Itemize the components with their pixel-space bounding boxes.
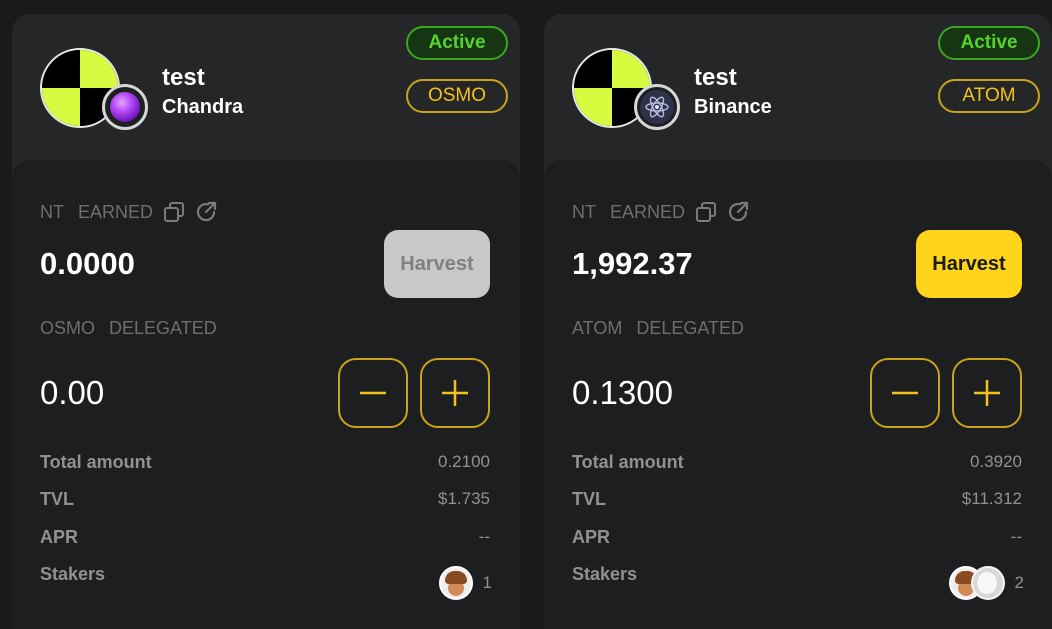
validator-name: Chandra <box>162 96 244 118</box>
copy-icon[interactable] <box>695 201 717 223</box>
pool-card: test Binance Active ATOM NT EARNED 1,992… <box>544 14 1052 629</box>
delegate-button[interactable] <box>420 358 490 428</box>
apr-label: APR <box>572 527 611 547</box>
earned-label-row: NT EARNED <box>572 200 751 224</box>
apr-label: APR <box>40 527 79 547</box>
stakers-count: 1 <box>482 573 492 592</box>
delegated-label-row: OSMO DELEGATED <box>40 318 217 339</box>
delegated-label-row: ATOM DELEGATED <box>572 318 744 339</box>
tvl-value: $1.735 <box>438 489 490 508</box>
stakers-list[interactable]: 1 <box>438 566 492 600</box>
undelegate-button[interactable] <box>338 358 408 428</box>
harvest-button[interactable]: Harvest <box>916 230 1022 298</box>
total-amount-label: Total amount <box>40 452 152 472</box>
pool-card-body: NT EARNED 1,992.37 Harvest ATOM DELEGATE… <box>544 160 1052 629</box>
stakers-label: Stakers <box>572 564 638 584</box>
delegate-button[interactable] <box>952 358 1022 428</box>
harvest-button[interactable]: Harvest <box>384 230 490 298</box>
delegated-label: DELEGATED <box>636 318 745 338</box>
external-link-icon[interactable] <box>727 200 751 224</box>
cosmos-atom-icon <box>634 84 680 130</box>
delegated-label: DELEGATED <box>109 318 217 338</box>
copy-icon[interactable] <box>163 201 185 223</box>
earned-label-row: NT EARNED <box>40 200 219 224</box>
osmosis-icon <box>102 84 148 130</box>
delegated-token-label: OSMO <box>40 318 96 338</box>
acorn-avatar <box>438 566 473 600</box>
tvl-value: $11.312 <box>961 489 1022 508</box>
pool-name: test <box>694 64 737 91</box>
undelegate-button[interactable] <box>870 358 940 428</box>
pool-card-header: test Chandra Active OSMO <box>12 14 520 160</box>
stakers-list[interactable]: 2 <box>948 566 1024 600</box>
apr-value: -- <box>1010 527 1022 546</box>
stakers-count: 2 <box>1014 573 1024 592</box>
pool-card: test Chandra Active OSMO NT EARNED 0.000… <box>12 14 520 629</box>
plus-icon <box>442 380 468 406</box>
validator-name: Binance <box>694 96 772 118</box>
earned-amount: 1,992.37 <box>572 246 693 281</box>
pool-card-header: test Binance Active ATOM <box>544 14 1052 160</box>
status-badge: Active <box>406 26 508 60</box>
apr-value: -- <box>478 527 490 546</box>
stakers-label: Stakers <box>40 564 106 584</box>
token-badge: OSMO <box>406 79 508 113</box>
total-amount-label: Total amount <box>572 452 684 472</box>
plus-icon <box>974 380 1000 406</box>
total-amount-value: 0.3920 <box>970 452 1022 471</box>
tvl-label: TVL <box>40 489 74 509</box>
earned-label: EARNED <box>610 201 686 222</box>
pool-card-body: NT EARNED 0.0000 Harvest OSMO DELEGATED … <box>12 160 520 629</box>
tvl-label: TVL <box>572 489 606 509</box>
delegated-token-label: ATOM <box>572 318 623 338</box>
pool-name: test <box>162 64 205 91</box>
earned-label: EARNED <box>78 201 154 222</box>
delegated-amount: 0.00 <box>40 374 105 411</box>
total-amount-value: 0.2100 <box>438 452 490 471</box>
minus-icon <box>892 391 918 395</box>
token-badge: ATOM <box>938 79 1040 113</box>
minus-icon <box>360 391 386 395</box>
earned-token-label: NT <box>40 201 64 222</box>
earned-amount: 0.0000 <box>40 246 135 281</box>
delegated-amount: 0.1300 <box>572 374 673 411</box>
moon-avatar <box>970 566 1005 600</box>
external-link-icon[interactable] <box>195 200 219 224</box>
earned-token-label: NT <box>572 201 596 222</box>
status-badge: Active <box>938 26 1040 60</box>
